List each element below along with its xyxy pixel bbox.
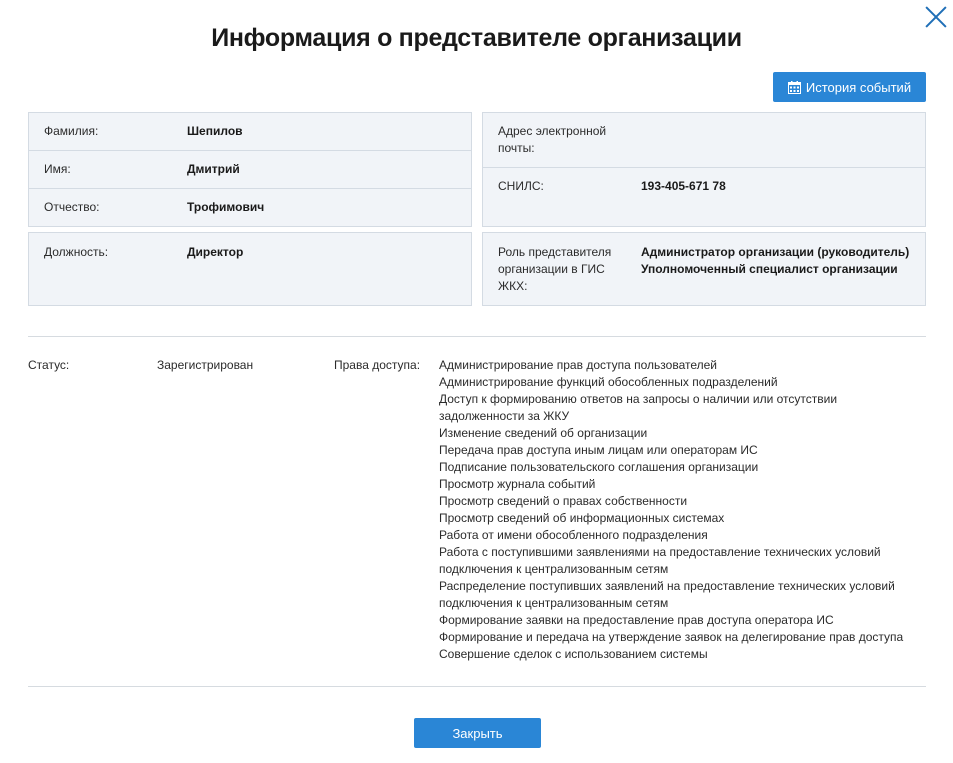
patronymic-label: Отчество: xyxy=(44,200,100,214)
access-rights-list: Администрирование прав доступа пользоват… xyxy=(439,357,924,663)
person-name-panel: Фамилия: Шепилов Имя: Дмитрий Отчество: … xyxy=(28,112,472,227)
divider-top xyxy=(28,336,926,337)
list-item: Администрирование прав доступа пользоват… xyxy=(439,358,717,372)
surname-row: Фамилия: Шепилов xyxy=(29,113,471,151)
list-item: Просмотр журнала событий xyxy=(439,477,596,491)
dialog-title: Информация о представителе организации xyxy=(211,24,742,52)
contacts-panel: Адрес электронной почты: СНИЛС: 193-405-… xyxy=(482,112,926,227)
role-label: Роль представителя организации в ГИС ЖКХ… xyxy=(498,245,612,293)
patronymic-value: Трофимович xyxy=(187,200,265,214)
name-value: Дмитрий xyxy=(187,162,240,176)
access-label: Права доступа: xyxy=(334,358,421,372)
surname-value: Шепилов xyxy=(187,124,243,138)
role-value-1: Администратор организации (руководитель) xyxy=(641,245,910,259)
list-item: Просмотр сведений об информационных сист… xyxy=(439,511,725,525)
list-item: Передача прав доступа иным лицам или опе… xyxy=(439,443,758,457)
history-button[interactable]: История событий xyxy=(773,72,926,102)
snils-row: СНИЛС: 193-405-671 78 xyxy=(483,168,925,226)
list-item: Формирование и передача на утверждение з… xyxy=(439,630,904,644)
list-item: Просмотр сведений о правах собственности xyxy=(439,494,688,508)
history-button-label: История событий xyxy=(805,79,912,95)
snils-label: СНИЛС: xyxy=(498,179,544,193)
list-item: Совершение сделок с использованием систе… xyxy=(439,647,708,661)
status-value: Зарегистрирован xyxy=(157,358,254,372)
list-item: Администрирование функций обособленных п… xyxy=(439,375,778,389)
name-label: Имя: xyxy=(44,162,71,176)
status-label: Статус: xyxy=(28,358,70,372)
list-item: Распределение поступивших заявлений на п… xyxy=(439,579,895,610)
position-label: Должность: xyxy=(44,245,109,259)
role-value-2: Уполномоченный специалист организации xyxy=(641,262,898,276)
role-panel: Роль представителя организации в ГИС ЖКХ… xyxy=(482,232,926,306)
divider-bottom xyxy=(28,686,926,687)
patronymic-row: Отчество: Трофимович xyxy=(29,189,471,227)
position-row: Должность: Директор xyxy=(29,233,471,305)
email-label: Адрес электронной почты: xyxy=(498,124,607,155)
role-row: Роль представителя организации в ГИС ЖКХ… xyxy=(483,233,925,305)
position-value: Директор xyxy=(187,245,244,259)
list-item: Работа с поступившими заявлениями на пре… xyxy=(439,545,881,576)
list-item: Работа от имени обособленного подразделе… xyxy=(439,528,708,542)
close-button[interactable]: Закрыть xyxy=(414,718,541,748)
calendar-icon xyxy=(787,80,801,94)
list-item: Формирование заявки на предоставление пр… xyxy=(439,613,834,627)
snils-value: 193-405-671 78 xyxy=(641,179,726,193)
list-item: Подписание пользовательского соглашения … xyxy=(439,460,759,474)
name-row: Имя: Дмитрий xyxy=(29,151,471,189)
email-row: Адрес электронной почты: xyxy=(483,113,925,168)
surname-label: Фамилия: xyxy=(44,124,99,138)
list-item: Изменение сведений об организации xyxy=(439,426,648,440)
position-panel: Должность: Директор xyxy=(28,232,472,306)
list-item: Доступ к формированию ответов на запросы… xyxy=(439,392,838,423)
